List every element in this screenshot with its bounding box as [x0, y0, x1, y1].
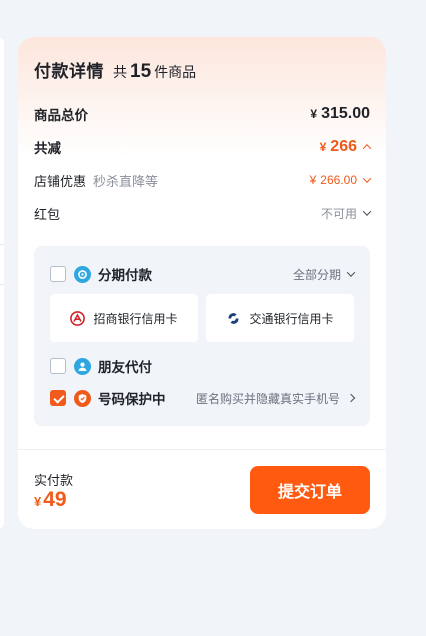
submit-order-button[interactable]: 提交订单 — [250, 466, 370, 514]
number-protection-checkbox[interactable] — [50, 390, 66, 406]
chevron-right-icon — [346, 393, 356, 403]
shield-icon — [74, 389, 91, 407]
left-panel-edge — [0, 38, 4, 528]
currency-symbol: ¥ — [309, 173, 317, 187]
paid-amount-value: 49 — [43, 488, 67, 511]
bank-card-label: 交通银行信用卡 — [249, 311, 334, 326]
number-protection-info[interactable]: 匿名购买并隐藏真实手机号 — [195, 389, 356, 407]
currency-symbol: ¥ — [319, 140, 327, 154]
payment-details-header: 付款详情 共 15 件商品 — [34, 57, 196, 85]
total-price-value: 315.00 — [321, 105, 370, 122]
discount-total-label: 共减 — [34, 141, 61, 156]
footer-divider — [18, 449, 386, 450]
number-protection-description: 匿名购买并隐藏真实手机号 — [195, 391, 340, 406]
discount-total-value: 266 — [330, 138, 357, 155]
currency-symbol: ¥ — [310, 107, 318, 121]
currency-symbol: ¥ — [34, 494, 42, 509]
installment-option[interactable]: 分期付款 — [50, 264, 152, 284]
discount-total-row[interactable]: 共减 ¥266 — [34, 136, 372, 158]
paid-amount-label: 实付款 — [34, 473, 74, 488]
shop-discount-subtitle: 秒杀直降等 — [93, 173, 159, 189]
installment-plan-label: 全部分期 — [292, 267, 341, 282]
chevron-down-icon — [362, 207, 372, 216]
item-count-prefix: 共 — [113, 64, 127, 80]
installment-checkbox[interactable] — [50, 266, 66, 282]
bank-card-label: 招商银行信用卡 — [93, 311, 178, 326]
bank-card-bocom[interactable]: 交通银行信用卡 — [206, 294, 354, 342]
friend-pay-checkbox[interactable] — [50, 358, 66, 374]
cmb-logo-icon — [70, 310, 86, 326]
installment-label: 分期付款 — [98, 268, 152, 283]
number-protection-option[interactable]: 号码保护中 — [50, 388, 166, 408]
shop-discount-value: 266.00 — [320, 173, 357, 187]
payment-details-card: 付款详情 共 15 件商品 商品总价 ¥315.00 共减 ¥266 店铺优惠秒… — [18, 37, 386, 529]
discount-total-toggle[interactable]: ¥266 — [320, 138, 372, 156]
item-count-suffix: 件商品 — [154, 64, 197, 80]
payment-options-panel: 分期付款 全部分期 招商银行信用卡 交通银行信用卡 朋友代付 号码保护中 匿名购… — [34, 246, 370, 426]
friend-pay-option[interactable]: 朋友代付 — [50, 356, 152, 376]
item-count: 15 — [130, 61, 152, 82]
discount-total: ¥266 — [320, 138, 357, 156]
chevron-down-icon — [346, 268, 356, 277]
friend-pay-label: 朋友代付 — [98, 360, 152, 375]
red-packet-row[interactable]: 红包 不可用 — [34, 203, 372, 223]
left-panel-divider — [0, 284, 4, 285]
shop-discount-row[interactable]: 店铺优惠 秒杀直降等 ¥ 266.00 — [34, 170, 372, 190]
number-protection-label: 号码保护中 — [98, 392, 166, 407]
red-packet-value: 不可用 — [320, 206, 357, 221]
shop-discount-title: 店铺优惠 — [34, 173, 87, 189]
paid-amount: ¥49 — [34, 488, 67, 512]
red-packet-toggle[interactable]: 不可用 — [320, 205, 372, 222]
total-price-row: 商品总价 ¥315.00 — [34, 103, 370, 125]
page-title: 付款详情 — [34, 62, 104, 81]
bank-card-cmb[interactable]: 招商银行信用卡 — [50, 294, 198, 342]
red-packet-label: 红包 — [34, 206, 61, 222]
shop-discount-label: 店铺优惠 秒杀直降等 — [34, 171, 158, 190]
total-price: ¥315.00 — [310, 105, 370, 123]
total-price-label: 商品总价 — [34, 108, 88, 123]
friend-icon — [74, 357, 91, 375]
installment-plan-selector[interactable]: 全部分期 — [292, 265, 356, 283]
bocom-logo-icon — [226, 311, 241, 326]
installment-icon — [74, 265, 91, 283]
left-panel-divider — [0, 244, 4, 245]
chevron-down-icon — [362, 174, 372, 183]
chevron-up-icon — [362, 144, 372, 153]
shop-discount-toggle[interactable]: ¥ 266.00 — [309, 173, 372, 187]
